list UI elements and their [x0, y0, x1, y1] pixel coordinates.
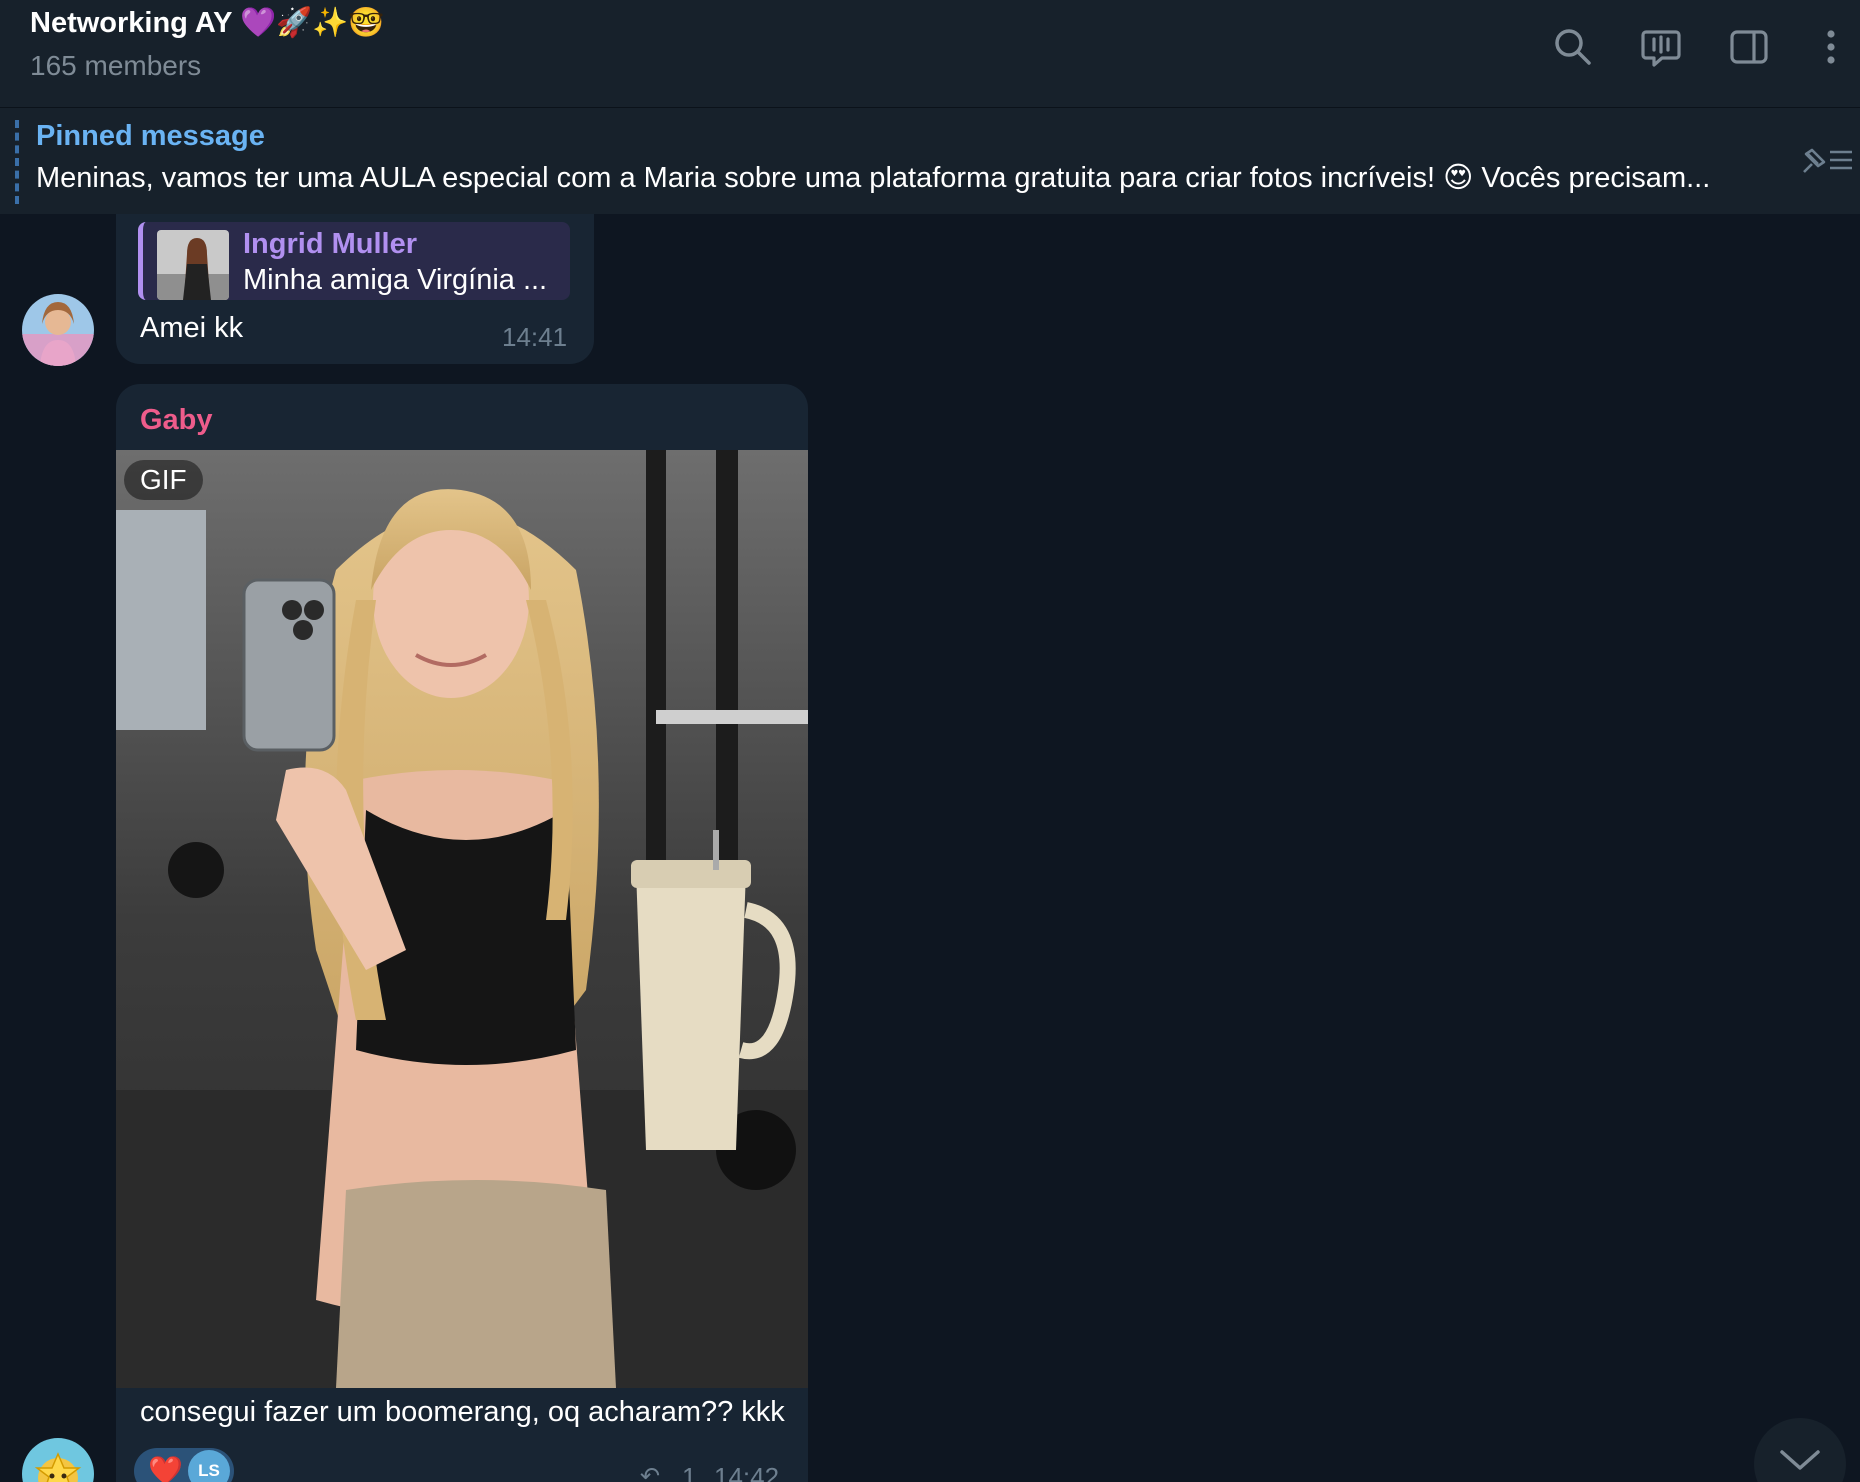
pinned-text: Meninas, vamos ter uma AULA especial com… — [36, 162, 1711, 194]
gif-media[interactable]: GIF — [116, 450, 808, 1388]
pinned-indicator — [15, 120, 19, 204]
chevron-down-icon — [1780, 1450, 1820, 1470]
pinned-title: Pinned message — [36, 120, 265, 152]
reactor-avatar: LS — [188, 1450, 230, 1482]
message-time: 14:42 — [714, 1462, 780, 1482]
chat-header: Networking AY 💜🚀✨🤓 165 members — [0, 0, 1860, 107]
message-caption: consegui fazer um boomerang, oq acharam?… — [140, 1396, 785, 1428]
reply-thumbnail — [157, 230, 229, 300]
reaction-heart[interactable]: ❤️ LS — [134, 1448, 234, 1482]
gif-badge: GIF — [124, 460, 203, 500]
reply-arrow-icon[interactable]: ↶ — [640, 1462, 660, 1482]
message-time: 14:41 — [502, 322, 568, 352]
search-icon[interactable] — [1550, 24, 1596, 70]
reply-author: Ingrid Muller — [243, 228, 417, 260]
message-bubble[interactable]: Ingrid Muller Minha amiga Virgínia ... A… — [116, 214, 594, 364]
reply-quote[interactable]: Ingrid Muller Minha amiga Virgínia ... — [138, 222, 570, 300]
avatar[interactable] — [22, 294, 94, 366]
member-count[interactable]: 165 members — [30, 50, 201, 82]
pinned-message-bar[interactable]: Pinned message Meninas, vamos ter uma AU… — [0, 107, 1860, 214]
scroll-down-button[interactable] — [1754, 1418, 1846, 1482]
reply-text: Minha amiga Virgínia ... — [243, 264, 548, 296]
avatar[interactable] — [22, 1438, 94, 1482]
heart-icon: ❤️ — [148, 1455, 183, 1482]
chat-title[interactable]: Networking AY 💜🚀✨🤓 — [30, 6, 384, 40]
more-options-icon[interactable] — [1808, 24, 1854, 70]
message-text: Amei kk — [140, 312, 244, 344]
replies-count: 1 — [682, 1462, 697, 1482]
pinned-list-icon[interactable] — [1796, 140, 1856, 180]
sidebar-toggle-icon[interactable] — [1726, 24, 1772, 70]
message-bubble[interactable]: Gaby GIF consegui fazer um boomerang, oq… — [116, 384, 808, 1482]
sender-name[interactable]: Gaby — [140, 404, 213, 437]
live-chat-icon[interactable] — [1638, 24, 1684, 70]
